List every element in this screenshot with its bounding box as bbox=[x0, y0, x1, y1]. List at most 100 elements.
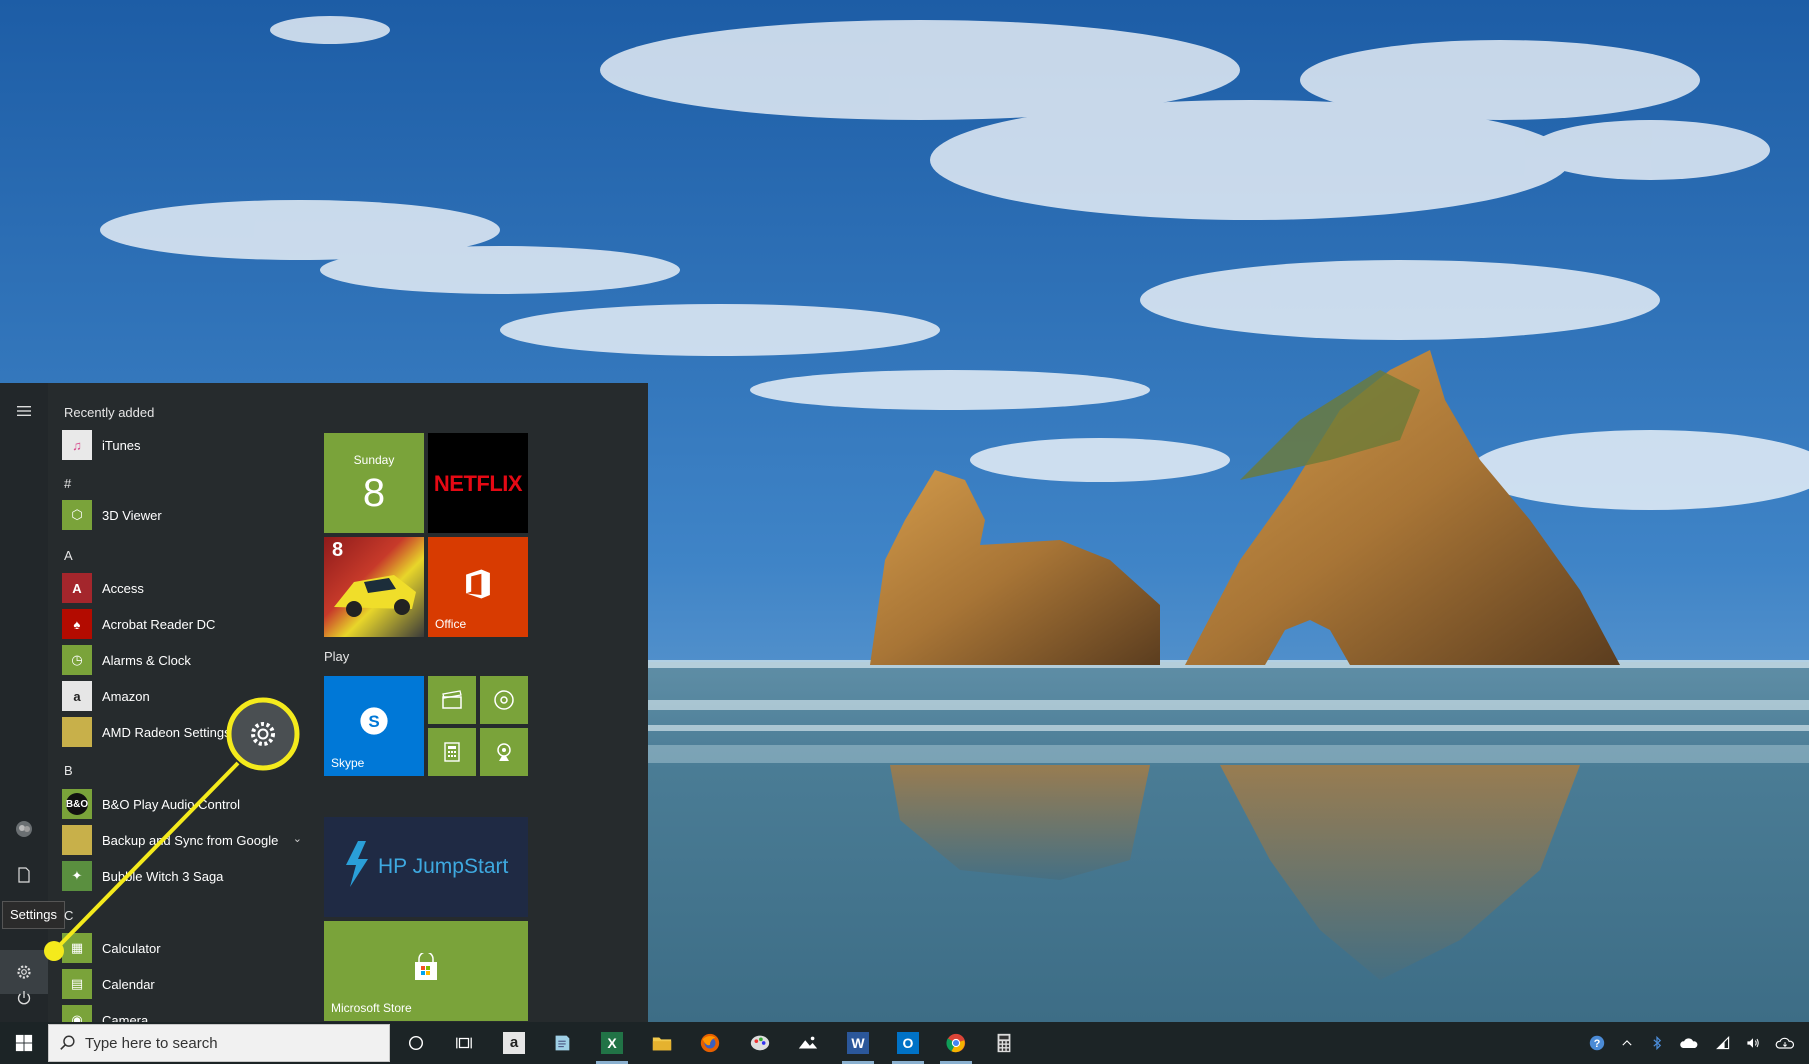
app-item-itunes[interactable]: ♫ iTunes bbox=[62, 428, 306, 462]
bubble-witch-icon: ✦ bbox=[62, 861, 92, 891]
hp-jumpstart-tile[interactable]: HP JumpStart bbox=[324, 817, 528, 917]
onedrive-icon bbox=[1680, 1038, 1698, 1048]
groove-music-tile[interactable] bbox=[480, 676, 528, 724]
firefox-icon bbox=[700, 1033, 720, 1053]
tray-onedrive[interactable] bbox=[1676, 1022, 1702, 1064]
taskbar-photos[interactable] bbox=[784, 1022, 832, 1064]
calculator-icon bbox=[444, 742, 460, 762]
app-label: Calendar bbox=[102, 976, 155, 992]
app-item-calendar[interactable]: ▤ Calendar bbox=[62, 967, 306, 1001]
taskbar-amazon[interactable]: a bbox=[490, 1022, 538, 1064]
paint-icon bbox=[750, 1035, 770, 1051]
chrome-icon bbox=[946, 1033, 966, 1053]
app-item-acrobat-reader[interactable]: ♠ Acrobat Reader DC bbox=[62, 607, 306, 641]
app-item-3d-viewer[interactable]: ⬡ 3D Viewer bbox=[62, 498, 306, 532]
office-icon bbox=[466, 569, 490, 599]
section-header-hash: # bbox=[64, 476, 72, 491]
notepad-icon bbox=[555, 1035, 570, 1051]
app-label: iTunes bbox=[102, 437, 141, 453]
chevron-down-icon[interactable]: ⌄ bbox=[293, 832, 302, 845]
tray-volume[interactable] bbox=[1740, 1022, 1766, 1064]
help-icon: ? bbox=[1589, 1035, 1605, 1051]
clapperboard-icon bbox=[442, 690, 462, 709]
taskbar-calculator[interactable] bbox=[980, 1022, 1028, 1064]
calendar-tile[interactable]: Sunday 8 bbox=[324, 433, 424, 533]
app-item-alarms-clock[interactable]: ◷ Alarms & Clock bbox=[62, 643, 306, 677]
app-item-calculator[interactable]: ▦ Calculator bbox=[62, 931, 306, 965]
hamburger-icon bbox=[17, 406, 31, 416]
task-view-button[interactable] bbox=[440, 1022, 488, 1064]
microsoft-store-tile[interactable]: Microsoft Store bbox=[324, 921, 528, 1021]
search-input[interactable] bbox=[85, 1034, 365, 1052]
tile-area: Sunday 8 NETFLIX 8 Office Play S Skype H… bbox=[324, 383, 648, 1022]
taskbar-chrome[interactable] bbox=[932, 1022, 980, 1064]
app-label: Access bbox=[102, 580, 144, 596]
itunes-icon: ♫ bbox=[62, 430, 92, 460]
calculator-icon bbox=[997, 1033, 1011, 1053]
skype-tile[interactable]: S Skype bbox=[324, 676, 424, 776]
race-car-icon bbox=[334, 575, 416, 617]
documents-button[interactable] bbox=[0, 853, 48, 897]
taskbar-file-explorer[interactable] bbox=[638, 1022, 686, 1064]
tray-bluetooth[interactable] bbox=[1644, 1022, 1670, 1064]
camera-icon: ◉ bbox=[62, 1005, 92, 1022]
user-account-button[interactable] bbox=[0, 807, 48, 851]
skype-tile-label: Skype bbox=[331, 756, 365, 770]
power-button[interactable] bbox=[0, 976, 48, 1020]
movies-tv-tile[interactable] bbox=[428, 676, 476, 724]
office-tile[interactable]: Office bbox=[428, 537, 528, 637]
search-box[interactable] bbox=[48, 1024, 390, 1062]
3d-viewer-icon: ⬡ bbox=[62, 500, 92, 530]
webcam-tile[interactable] bbox=[480, 728, 528, 776]
taskbar-outlook[interactable]: O bbox=[884, 1022, 932, 1064]
outlook-icon: O bbox=[897, 1032, 919, 1054]
app-label: Backup and Sync from Google bbox=[102, 832, 279, 848]
taskbar-paint[interactable] bbox=[736, 1022, 784, 1064]
wifi-icon bbox=[1716, 1036, 1730, 1050]
skype-icon: S bbox=[360, 707, 388, 735]
microsoft-store-tile-label: Microsoft Store bbox=[331, 1001, 412, 1015]
section-header-recently-added: Recently added bbox=[64, 405, 155, 420]
netflix-tile[interactable]: NETFLIX bbox=[428, 433, 528, 533]
tray-show-hidden[interactable] bbox=[1614, 1022, 1640, 1064]
office-tile-label: Office bbox=[435, 617, 467, 631]
asphalt-tile[interactable]: 8 bbox=[324, 537, 424, 637]
taskbar-firefox[interactable] bbox=[686, 1022, 734, 1064]
search-icon bbox=[60, 1035, 75, 1050]
calculator-icon: ▦ bbox=[62, 933, 92, 963]
volume-icon bbox=[1747, 1038, 1759, 1048]
calendar-icon: ▤ bbox=[62, 969, 92, 999]
app-item-amd-radeon-settings[interactable]: AMD Radeon Settings bbox=[62, 715, 306, 749]
svg-text:?: ? bbox=[1594, 1038, 1601, 1050]
tray-help[interactable]: ? bbox=[1584, 1022, 1610, 1064]
alarm-clock-icon: ◷ bbox=[62, 645, 92, 675]
app-label: Camera bbox=[102, 1012, 149, 1023]
app-item-access[interactable]: A Access bbox=[62, 571, 306, 605]
app-item-bubble-witch[interactable]: ✦ Bubble Witch 3 Saga bbox=[62, 859, 306, 893]
start-button[interactable] bbox=[0, 1022, 48, 1064]
taskbar-word[interactable]: W bbox=[834, 1022, 882, 1064]
tray-cloud[interactable] bbox=[1772, 1022, 1798, 1064]
cortana-button[interactable] bbox=[392, 1022, 440, 1064]
app-item-bo-play[interactable]: B&O B&O Play Audio Control bbox=[62, 787, 306, 821]
taskbar-excel[interactable]: X bbox=[588, 1022, 636, 1064]
chevron-up-icon bbox=[1622, 1040, 1632, 1046]
calculator-tile[interactable] bbox=[428, 728, 476, 776]
file-explorer-icon bbox=[652, 1037, 672, 1051]
bo-play-icon: B&O bbox=[62, 789, 92, 819]
app-item-camera[interactable]: ◉ Camera bbox=[62, 1003, 306, 1022]
acrobat-icon: ♠ bbox=[62, 609, 92, 639]
access-icon: A bbox=[62, 573, 92, 603]
bluetooth-icon bbox=[1653, 1035, 1662, 1051]
taskbar-notepad[interactable] bbox=[538, 1022, 586, 1064]
app-label: AMD Radeon Settings bbox=[102, 724, 231, 740]
calendar-date: 8 bbox=[362, 471, 386, 515]
cloud-icon bbox=[1775, 1037, 1795, 1049]
app-item-amazon[interactable]: a Amazon bbox=[62, 679, 306, 713]
expand-menu-button[interactable] bbox=[0, 389, 48, 433]
app-label: Amazon bbox=[102, 688, 150, 704]
section-header-a: A bbox=[64, 548, 73, 563]
tray-network[interactable] bbox=[1710, 1022, 1736, 1064]
folder-icon bbox=[62, 717, 92, 747]
app-item-backup-sync[interactable]: Backup and Sync from Google ⌄ bbox=[62, 823, 306, 857]
